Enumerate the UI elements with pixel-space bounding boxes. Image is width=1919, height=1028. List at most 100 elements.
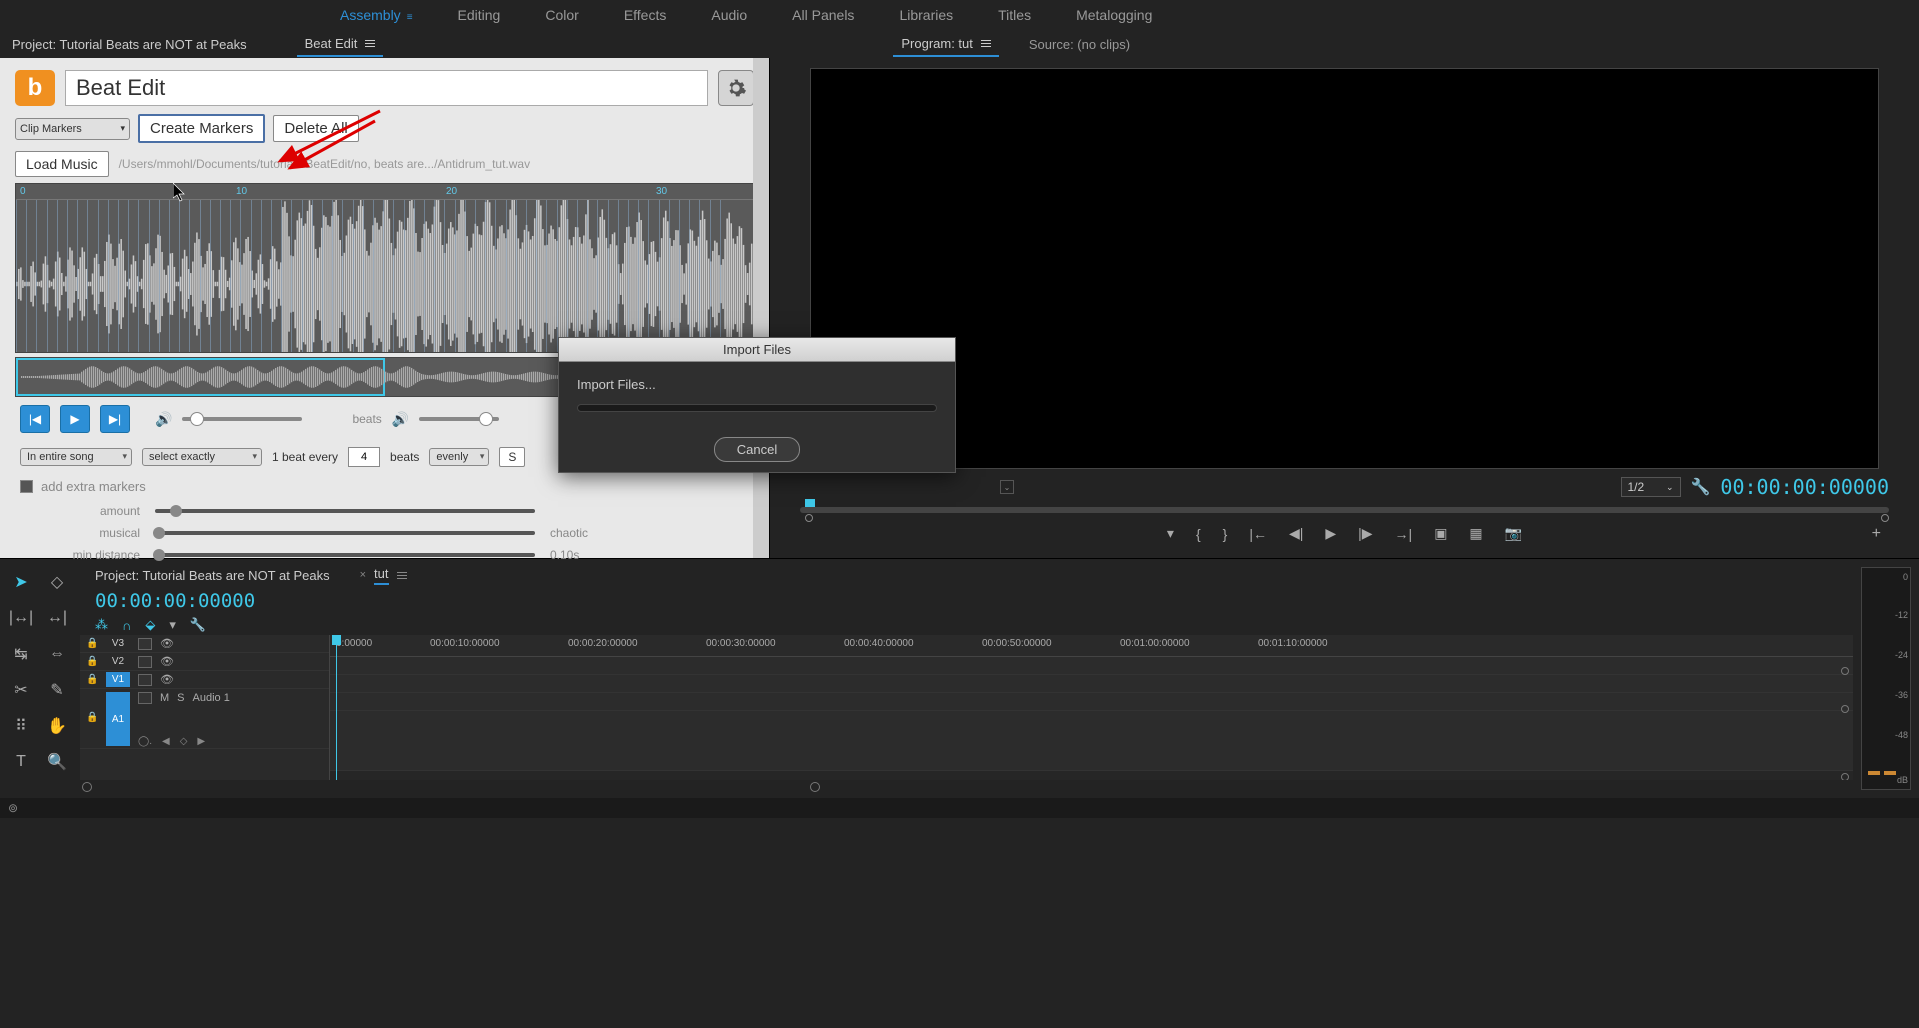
ripple-tool[interactable]: |↔| (8, 605, 34, 631)
step-forward-icon[interactable]: |▶ (1358, 525, 1372, 542)
create-markers-button[interactable]: Create Markers (138, 114, 265, 143)
menu-editing[interactable]: Editing (458, 7, 501, 23)
creative-cloud-icon[interactable]: ⊚ (8, 801, 18, 815)
rate-tool[interactable]: ↹ (8, 641, 34, 667)
zoom-tool[interactable]: 🔍 (44, 749, 70, 775)
resolution-select[interactable]: 1/2⌄ (1621, 477, 1681, 497)
go-to-out-icon[interactable]: →| (1395, 526, 1413, 542)
panel-scrollbar[interactable] (753, 58, 769, 558)
visibility-icon[interactable]: 👁 (160, 655, 174, 668)
menu-audio[interactable]: Audio (711, 7, 747, 23)
timeline-ruler[interactable]: 0:00000 00:00:10:00000 00:00:20:00000 00… (330, 635, 1853, 657)
panel-menu-icon[interactable] (365, 40, 375, 47)
track-toggle[interactable] (138, 638, 152, 650)
keyframe-icon[interactable]: ◯. (138, 736, 152, 747)
type-tool[interactable]: T (8, 749, 34, 775)
program-scrubber[interactable] (800, 499, 1889, 519)
play-button[interactable]: ▶ (60, 405, 90, 433)
selection-tool[interactable]: ➤ (8, 569, 34, 595)
menu-all-panels[interactable]: All Panels (792, 7, 854, 23)
mute-label[interactable]: M (160, 692, 169, 704)
timeline-project-tab[interactable]: Project: Tutorial Beats are NOT at Peaks (95, 568, 330, 583)
amount-slider[interactable] (155, 509, 535, 513)
prev-beat-button[interactable]: |◀ (20, 405, 50, 433)
method-select[interactable]: select exactly (142, 448, 262, 466)
add-button-icon[interactable]: + (1872, 525, 1881, 543)
razor-tool[interactable]: ✂ (8, 677, 34, 703)
monitor-dropdown[interactable]: ⌄ (1000, 480, 1014, 494)
s-button[interactable]: S (499, 447, 525, 467)
settings-button[interactable] (718, 70, 754, 106)
lock-icon[interactable]: 🔒 (86, 656, 98, 667)
hand-tool[interactable]: ⠿ (8, 713, 34, 739)
wrench-icon[interactable]: 🔧 (190, 617, 206, 633)
visibility-icon[interactable]: 👁 (160, 673, 174, 686)
scope-select[interactable]: In entire song (20, 448, 132, 466)
timeline-timecode[interactable]: 00:00:00:00000 (95, 590, 255, 612)
lock-icon[interactable]: 🔒 (86, 674, 98, 685)
load-music-button[interactable]: Load Music (15, 151, 109, 177)
mark-in-icon[interactable]: ▾ (1167, 525, 1174, 542)
menu-libraries[interactable]: Libraries (899, 7, 953, 23)
track-toggle[interactable] (138, 692, 152, 704)
min-distance-slider[interactable] (155, 553, 535, 557)
menu-titles[interactable]: Titles (998, 7, 1031, 23)
export-frame-icon[interactable]: 📷 (1505, 525, 1522, 542)
solo-label[interactable]: S (177, 692, 184, 704)
play-icon[interactable]: ▶ (1325, 525, 1336, 542)
pen-tool[interactable]: ✎ (44, 677, 70, 703)
step-back-icon[interactable]: ◀| (1289, 525, 1303, 542)
track-scroll[interactable] (1841, 773, 1849, 780)
marker-type-select[interactable]: Clip Markers▾ (15, 118, 130, 140)
distribution-select[interactable]: evenly (429, 448, 489, 466)
musical-slider[interactable] (155, 531, 535, 535)
delete-all-button[interactable]: Delete All (273, 115, 358, 142)
timeline-playhead[interactable] (336, 635, 337, 780)
lock-icon[interactable]: 🔒 (86, 712, 98, 723)
track-v1-label[interactable]: V1 (106, 672, 130, 687)
next-kf-icon[interactable]: ▶ (197, 736, 205, 747)
volume-slider[interactable] (182, 417, 302, 421)
timeline-h-scroll[interactable] (80, 780, 1853, 794)
beat-every-input[interactable] (348, 447, 380, 467)
track-select-tool[interactable]: ◇ (44, 569, 70, 595)
settings-icon[interactable]: ▾ (169, 617, 176, 633)
program-tab[interactable]: Program: tut (893, 32, 999, 57)
next-beat-button[interactable]: ▶| (100, 405, 130, 433)
marker-icon[interactable]: ⬙ (145, 617, 155, 633)
bracket-out-icon[interactable]: } (1223, 526, 1228, 542)
menu-color[interactable]: Color (545, 7, 578, 23)
insert-icon[interactable]: ▣ (1434, 525, 1447, 542)
prev-kf-icon[interactable]: ◀ (162, 736, 170, 747)
track-v3-label[interactable]: V3 (106, 636, 130, 651)
bracket-in-icon[interactable]: { (1196, 526, 1201, 542)
timeline-tracks-area[interactable]: 0:00000 00:00:10:00000 00:00:20:00000 00… (330, 635, 1853, 780)
track-toggle[interactable] (138, 656, 152, 668)
program-timecode[interactable]: 00:00:00:00000 (1720, 475, 1889, 499)
visibility-icon[interactable]: 👁 (160, 637, 174, 650)
menu-metalogging[interactable]: Metalogging (1076, 7, 1152, 23)
go-to-in-icon[interactable]: |← (1249, 526, 1267, 542)
snap-icon[interactable]: ⁂ (95, 617, 108, 633)
settings-icon[interactable]: 🔧 (1691, 477, 1711, 497)
rolling-tool[interactable]: ↔| (44, 605, 70, 631)
linked-icon[interactable]: ∩ (122, 618, 131, 633)
panel-menu-icon[interactable] (981, 40, 991, 47)
cancel-button[interactable]: Cancel (714, 437, 800, 462)
track-scroll[interactable] (1841, 705, 1849, 713)
beats-volume-slider[interactable] (419, 417, 499, 421)
program-monitor-viewport[interactable] (810, 68, 1879, 469)
add-kf-icon[interactable]: ◇ (180, 736, 188, 747)
lock-icon[interactable]: 🔒 (86, 638, 98, 649)
overwrite-icon[interactable]: ▦ (1469, 525, 1482, 542)
track-scroll[interactable] (1841, 667, 1849, 675)
menu-assembly[interactable]: Assembly≡ (340, 7, 413, 23)
tab-close-icon[interactable]: × (360, 569, 366, 581)
menu-effects[interactable]: Effects (624, 7, 667, 23)
slip-tool[interactable]: ⇔ (44, 641, 70, 667)
track-v2-label[interactable]: V2 (106, 654, 130, 669)
track-a1-label[interactable]: A1 (106, 692, 130, 746)
beat-edit-tab[interactable]: Beat Edit (297, 32, 384, 57)
waveform-display[interactable]: 0 10 20 30 (15, 183, 754, 353)
hand-tool-2[interactable]: ✋ (44, 713, 70, 739)
